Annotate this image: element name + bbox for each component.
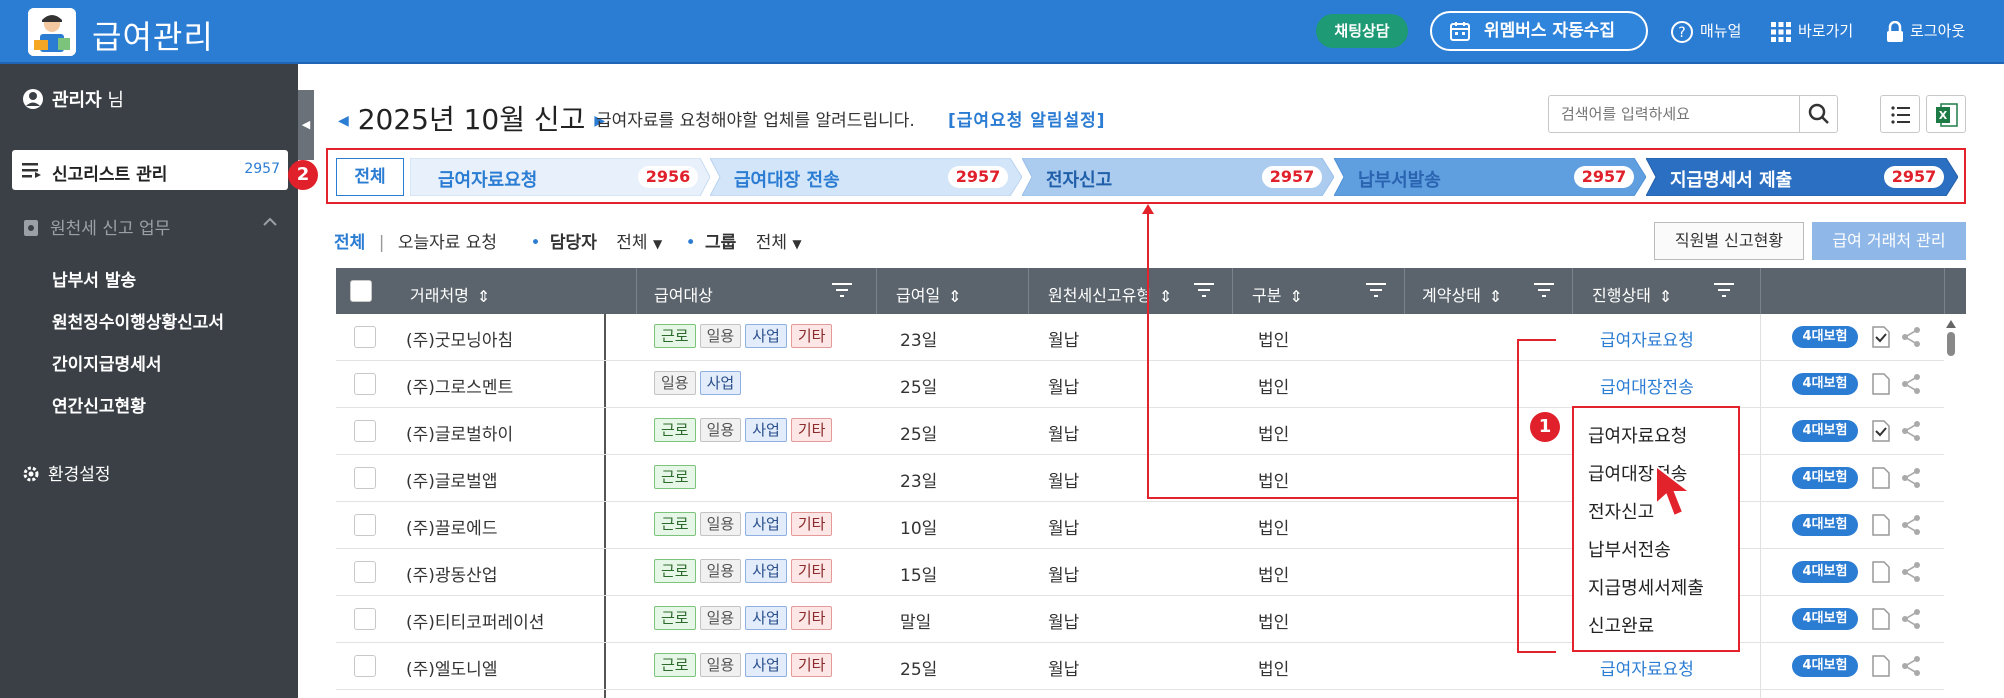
- status-option[interactable]: 신고완료: [1588, 612, 1654, 638]
- callout-badge-1: 1: [1530, 412, 1560, 442]
- status-option[interactable]: 지급명세서제출: [1588, 574, 1704, 600]
- status-option[interactable]: 전자신고: [1588, 498, 1654, 524]
- cursor-arrow-icon: [1655, 464, 1693, 518]
- status-option[interactable]: 급여자료요청: [1588, 422, 1687, 448]
- status-option[interactable]: 납부서전송: [1588, 536, 1671, 562]
- status-dropdown: 급여자료요청 급여대장전송 전자신고 납부서전송 지급명세서제출 신고완료: [1572, 406, 1740, 652]
